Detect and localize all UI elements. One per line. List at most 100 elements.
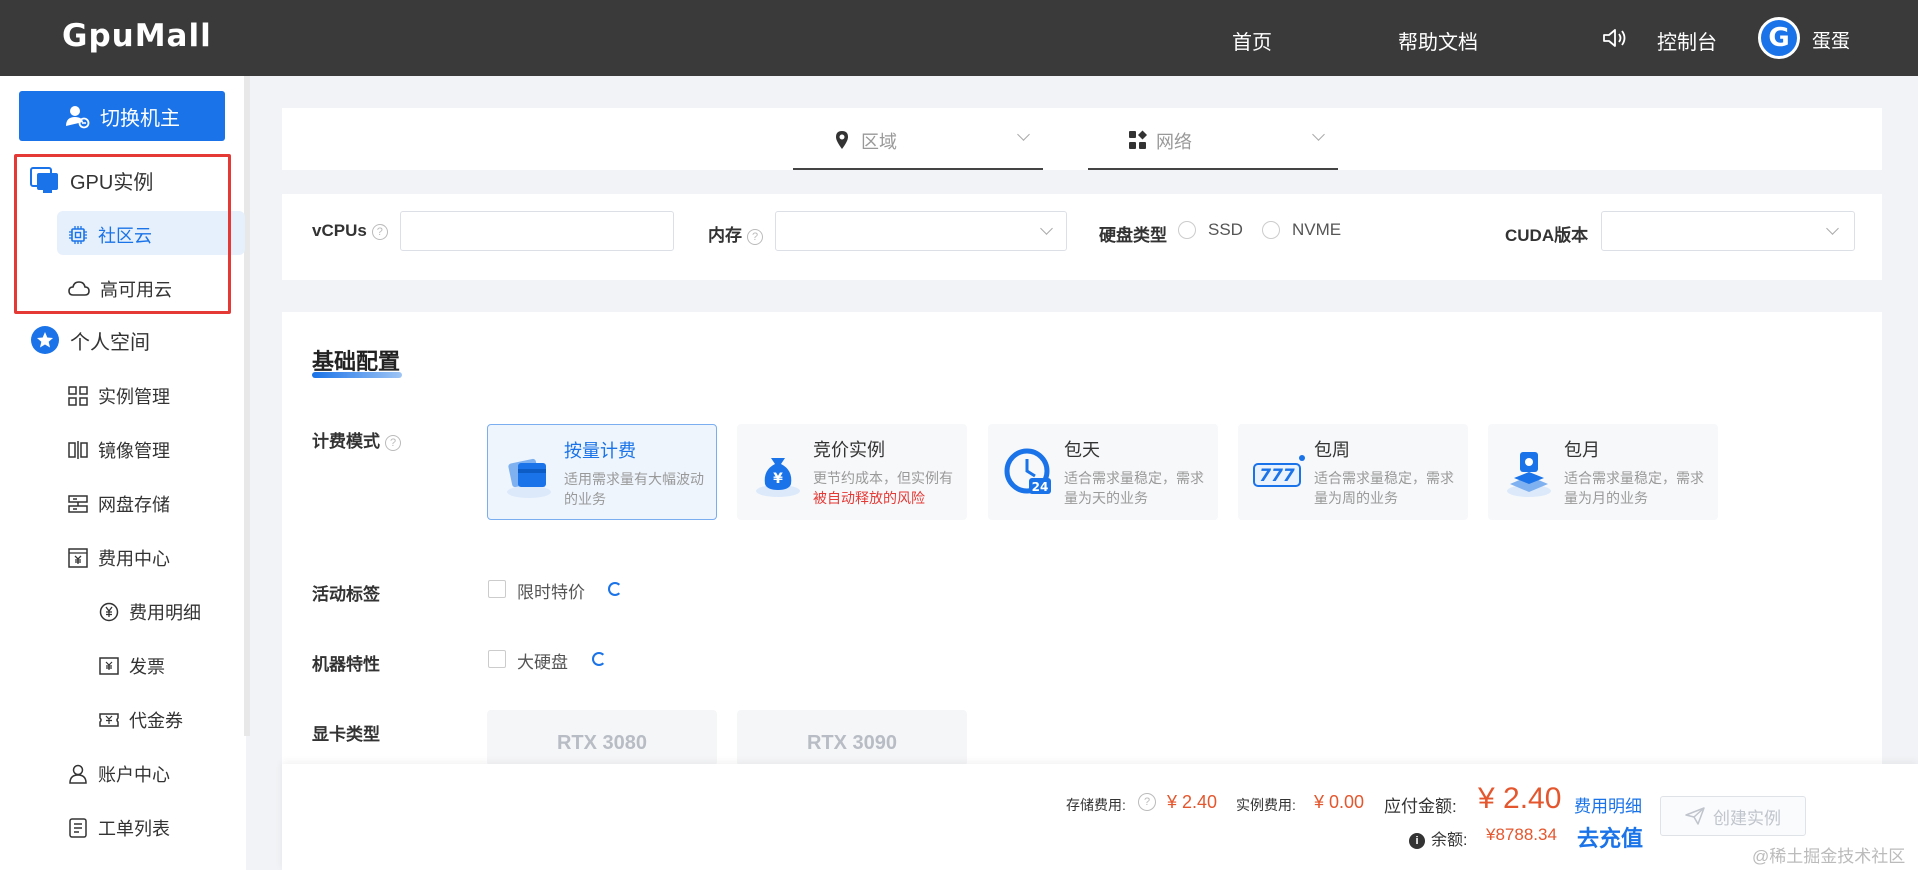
billing-card-desc: 更节约成本，但实例有被自动释放的风险 xyxy=(813,470,953,506)
billing-card-monthly[interactable]: 包月 适合需求量稳定，需求量为月的业务 xyxy=(1488,424,1718,520)
limited-offer-label: 限时特价 xyxy=(517,583,585,602)
billing-card-title: 包月 xyxy=(1564,440,1600,460)
sidebar-item-billing-center[interactable]: 费用中心 xyxy=(68,545,170,571)
sidebar-item-voucher[interactable]: 代金券 xyxy=(99,707,183,733)
chevron-down-icon xyxy=(1826,222,1839,235)
sidebar-item-label: 社区云 xyxy=(98,226,152,246)
gpu-option-rtx-3080[interactable]: RTX 3080 xyxy=(487,710,717,766)
billing-mode-label: 计费模式? xyxy=(312,427,401,452)
star-circle-icon xyxy=(31,326,59,354)
billing-card-desc: 适合需求量稳定，需求量为月的业务 xyxy=(1564,470,1704,506)
config-panel xyxy=(282,312,1882,772)
sidebar-item-ticket-list[interactable]: 工单列表 xyxy=(68,815,170,841)
memory-select[interactable] xyxy=(775,211,1067,251)
payable-label: 应付金额: xyxy=(1384,797,1457,816)
help-icon[interactable]: ? xyxy=(385,434,401,451)
user-icon xyxy=(69,764,87,784)
sidebar-item-label: 账户中心 xyxy=(98,765,170,785)
storage-fee-label: 存储费用: xyxy=(1066,797,1126,813)
watermark: @稀土掘金技术社区 xyxy=(1752,847,1906,866)
sidebar-scrollbar[interactable] xyxy=(244,76,250,736)
region-placeholder: 区域 xyxy=(861,132,897,152)
network-placeholder: 网络 xyxy=(1156,132,1192,152)
list-icon xyxy=(69,818,87,838)
vcpus-label: vCPUs? xyxy=(312,221,388,241)
help-icon[interactable]: ? xyxy=(747,228,763,245)
svg-text:24: 24 xyxy=(1032,480,1049,494)
billing-card-desc: 适合需求量稳定，需求量为天的业务 xyxy=(1064,470,1204,506)
top-navbar: GpuMall 首页 帮助文档 控制台 G 蛋蛋 xyxy=(0,0,1918,76)
svg-text:¥: ¥ xyxy=(773,471,783,487)
large-disk-label: 大硬盘 xyxy=(517,653,568,672)
sidebar-item-label: 费用中心 xyxy=(98,549,170,569)
app-logo[interactable]: GpuMall xyxy=(62,18,212,54)
sidebar-item-personal-space[interactable]: 个人空间 xyxy=(30,325,150,355)
large-disk-checkbox[interactable] xyxy=(488,650,506,668)
balance-value: ¥8788.34 xyxy=(1486,825,1557,844)
nav-console-link[interactable]: 控制台 xyxy=(1657,26,1717,55)
billing-card-spot[interactable]: ¥ 竞价实例 更节约成本，但实例有被自动释放的风险 xyxy=(737,424,967,520)
region-network-panel xyxy=(282,108,1882,170)
sidebar-item-instance-mgmt[interactable]: 实例管理 xyxy=(68,383,170,409)
user-switch-icon xyxy=(66,106,90,129)
disk-ssd-radio[interactable] xyxy=(1178,221,1196,239)
credit-card-icon xyxy=(507,458,551,498)
svg-text:777: 777 xyxy=(1259,466,1295,486)
section-title-underline xyxy=(312,372,402,378)
storage-icon xyxy=(68,495,88,513)
billing-card-pay-as-you-go[interactable]: 按量计费 适用需求量有大幅波动的业务 xyxy=(487,424,717,520)
cloud-icon xyxy=(68,281,90,296)
cuda-select[interactable] xyxy=(1601,211,1855,251)
switch-owner-button[interactable]: 切换机主 xyxy=(19,91,225,141)
billing-card-daily[interactable]: 24 包天 适合需求量稳定，需求量为天的业务 xyxy=(988,424,1218,520)
avatar[interactable]: G xyxy=(1758,17,1800,59)
billing-card-weekly[interactable]: 777 包周 适合需求量稳定，需求量为周的业务 xyxy=(1238,424,1468,520)
username[interactable]: 蛋蛋 xyxy=(1812,26,1850,53)
chevron-down-icon xyxy=(1040,222,1053,235)
sidebar-item-label: 费用明细 xyxy=(129,603,201,623)
mirror-icon xyxy=(68,441,88,459)
money-bag-icon: ¥ xyxy=(756,458,800,497)
slot-777-icon: 777 xyxy=(1253,455,1305,487)
grid-icon xyxy=(68,386,88,406)
network-select[interactable]: 网络 xyxy=(1088,118,1338,170)
sidebar-item-image-mgmt[interactable]: 镜像管理 xyxy=(68,437,170,463)
sidebar-item-label: 实例管理 xyxy=(98,387,170,407)
vcpus-input[interactable] xyxy=(400,211,674,251)
nav-home-link[interactable]: 首页 xyxy=(1232,26,1272,55)
balance-row: i 余额: xyxy=(1409,826,1467,850)
activity-tag-label: 活动标签 xyxy=(312,585,380,604)
send-icon xyxy=(1685,807,1705,825)
disk-nvme-label: NVME xyxy=(1292,220,1342,239)
billing-card-title: 包周 xyxy=(1314,440,1350,460)
location-pin-icon xyxy=(836,131,848,149)
help-icon[interactable]: ? xyxy=(371,223,388,240)
recharge-link[interactable]: 去充值 xyxy=(1577,821,1643,853)
fee-details-link[interactable]: 费用明细 xyxy=(1574,792,1642,817)
sidebar-item-account-center[interactable]: 账户中心 xyxy=(68,761,170,787)
create-instance-button[interactable]: 创建实例 xyxy=(1660,796,1806,836)
ticket-icon xyxy=(99,713,119,727)
sidebar-item-billing-details[interactable]: 费用明细 xyxy=(99,599,201,625)
region-select[interactable]: 区域 xyxy=(793,118,1043,170)
sidebar-item-ha-cloud[interactable]: 高可用云 xyxy=(68,276,172,302)
sidebar-item-invoice[interactable]: 发票 xyxy=(99,653,165,679)
help-icon[interactable]: ? xyxy=(1138,793,1156,811)
gpu-option-rtx-3090[interactable]: RTX 3090 xyxy=(737,710,967,766)
yen-circle-icon xyxy=(99,602,119,622)
storage-fee-value: ¥ 2.40 xyxy=(1167,792,1218,812)
disk-nvme-radio[interactable] xyxy=(1262,221,1280,239)
switch-owner-label: 切换机主 xyxy=(100,107,180,130)
chip-icon xyxy=(69,226,87,244)
payable-amount: ¥ 2.40 xyxy=(1478,782,1562,815)
speaker-icon[interactable] xyxy=(1602,27,1628,49)
cuda-label: CUDA版本 xyxy=(1505,226,1589,245)
invoice-icon xyxy=(99,657,119,675)
sidebar-item-disk-storage[interactable]: 网盘存储 xyxy=(68,491,170,517)
billing-card-title: 按量计费 xyxy=(564,441,636,461)
clock-24-icon: 24 xyxy=(1004,448,1051,494)
sidebar-item-community-cloud[interactable]: 社区云 xyxy=(68,222,152,248)
nav-docs-link[interactable]: 帮助文档 xyxy=(1398,26,1478,55)
memory-label: 内存? xyxy=(708,221,763,246)
limited-offer-checkbox[interactable] xyxy=(488,580,506,598)
